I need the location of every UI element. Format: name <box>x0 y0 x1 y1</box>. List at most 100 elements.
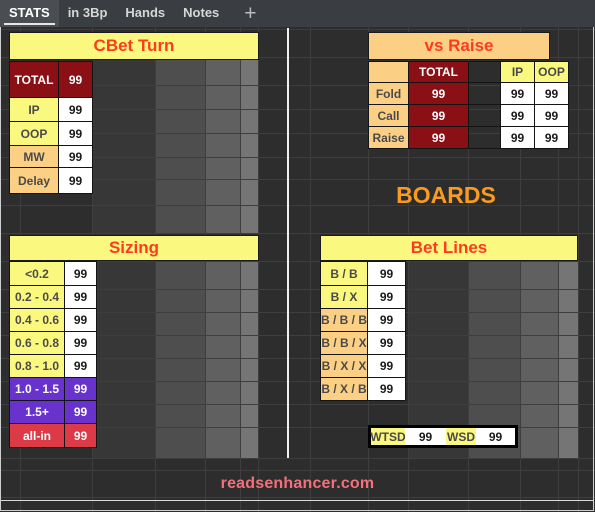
sizing-row-label: <0.2 <box>9 261 65 286</box>
table-row[interactable]: B / X 99 <box>319 285 407 309</box>
gray-band <box>558 261 578 458</box>
vs-raise-gap <box>468 61 501 83</box>
vs-raise-gap <box>468 82 501 105</box>
bet-line-value: 99 <box>367 331 407 355</box>
cbet-row-value: 99 <box>58 121 93 146</box>
table-row[interactable]: 0.2 - 0.4 99 <box>9 285 97 309</box>
wtsd-label: WTSD <box>370 428 406 445</box>
cbet-turn-title: CBet Turn <box>9 32 259 60</box>
bet-line-value: 99 <box>367 308 407 332</box>
boards-title: BOARDS <box>396 182 496 208</box>
table-row[interactable]: IP 99 <box>9 97 93 122</box>
vs-raise-table: TOTAL IP OOP Fold 99 99 99 Call 99 99 99… <box>368 61 569 149</box>
footer-rule <box>1 500 594 501</box>
cbet-row-label: IP <box>9 97 59 122</box>
stats-window: STATS in 3Bp Hands Notes + CBet Turn TOT… <box>0 0 595 512</box>
add-tab-icon[interactable]: + <box>234 2 266 25</box>
wsd-label: WSD <box>446 428 476 445</box>
vs-raise-gap <box>468 104 501 127</box>
tab-notes[interactable]: Notes <box>174 0 228 27</box>
gray-band <box>155 57 205 234</box>
gray-band <box>240 57 258 234</box>
vs-raise-ip-value: 99 <box>500 82 535 105</box>
table-row[interactable]: B / B / X 99 <box>319 331 407 355</box>
tab-bar: STATS in 3Bp Hands Notes + <box>0 0 595 27</box>
panel-divider <box>287 28 289 458</box>
gray-band <box>205 57 240 234</box>
table-row[interactable]: B / B / B 99 <box>319 308 407 332</box>
vs-raise-col-total: TOTAL <box>408 61 469 83</box>
table-row[interactable]: Fold 99 99 99 <box>368 82 569 105</box>
sizing-row-value: 99 <box>64 285 97 309</box>
bet-line-label: B / B <box>319 261 369 286</box>
gray-band <box>92 57 155 234</box>
table-row[interactable]: 0.6 - 0.8 99 <box>9 331 97 355</box>
sizing-title: Sizing <box>9 235 259 261</box>
gray-band <box>205 261 240 458</box>
bet-lines-title: Bet Lines <box>320 235 578 261</box>
gray-band <box>155 261 205 458</box>
bet-line-value: 99 <box>367 377 407 401</box>
vs-raise-total-value: 99 <box>408 126 469 149</box>
cbet-row-value: 99 <box>58 145 93 168</box>
table-row[interactable]: 0.4 - 0.6 99 <box>9 308 97 332</box>
sizing-row-label: 0.6 - 0.8 <box>9 331 65 355</box>
bet-line-value: 99 <box>367 261 407 286</box>
vs-raise-col-ip: IP <box>500 61 535 83</box>
vs-raise-col-oop: OOP <box>534 61 569 83</box>
bet-line-label: B / X / B <box>319 377 369 401</box>
table-header-row: TOTAL IP OOP <box>368 61 569 83</box>
bet-line-label: B / X <box>319 285 369 309</box>
sizing-row-value: 99 <box>64 308 97 332</box>
bet-line-value: 99 <box>367 285 407 309</box>
panel-vs-raise: vs Raise <box>368 32 550 60</box>
table-row[interactable]: all-in 99 <box>9 423 97 448</box>
table-row[interactable]: Delay 99 <box>9 167 93 194</box>
vs-raise-row-label: Raise <box>368 126 409 149</box>
cbet-turn-table: TOTAL 99 IP 99 OOP 99 MW 99 Delay 99 <box>9 61 93 194</box>
vs-raise-oop-value: 99 <box>534 126 569 149</box>
sizing-row-label: 1.0 - 1.5 <box>9 377 65 401</box>
bet-line-label: B / X / X <box>319 354 369 378</box>
panel-cbet-turn: CBet Turn <box>9 32 259 60</box>
bet-line-label: B / B / B <box>319 308 369 332</box>
bet-line-label: B / B / X <box>319 331 369 355</box>
table-row[interactable]: 1.5+ 99 <box>9 400 97 424</box>
cbet-row-value: 99 <box>58 167 93 194</box>
table-row[interactable]: OOP 99 <box>9 121 93 146</box>
sizing-row-label: 1.5+ <box>9 400 65 424</box>
sizing-row-label: 0.4 - 0.6 <box>9 308 65 332</box>
table-row[interactable]: B / B 99 <box>319 261 407 286</box>
tab-hands[interactable]: Hands <box>116 0 174 27</box>
table-row[interactable]: TOTAL 99 <box>9 61 93 98</box>
cbet-row-value: 99 <box>58 97 93 122</box>
table-row[interactable]: 1.0 - 1.5 99 <box>9 377 97 401</box>
vs-raise-ip-value: 99 <box>500 104 535 127</box>
site-footer: readsenhancer.com <box>220 475 375 492</box>
cbet-row-label: MW <box>9 145 59 168</box>
table-row[interactable]: B / X / X 99 <box>319 354 407 378</box>
tab-stats[interactable]: STATS <box>0 0 59 27</box>
vs-raise-gap <box>468 126 501 149</box>
table-row[interactable]: B / X / B 99 <box>319 377 407 401</box>
sizing-row-value: 99 <box>64 354 97 378</box>
cbet-row-label: Delay <box>9 167 59 194</box>
vs-raise-row-label: Fold <box>368 82 409 105</box>
vs-raise-total-value: 99 <box>408 104 469 127</box>
vs-raise-ip-value: 99 <box>500 126 535 149</box>
cbet-row-value: 99 <box>58 61 93 98</box>
sizing-row-label: all-in <box>9 423 65 448</box>
panel-bet-lines: Bet Lines <box>320 235 578 261</box>
gray-band <box>520 261 558 458</box>
table-row[interactable]: Raise 99 99 99 <box>368 126 569 149</box>
bet-line-value: 99 <box>367 354 407 378</box>
vs-raise-row-label: Call <box>368 104 409 127</box>
table-row[interactable]: <0.2 99 <box>9 261 97 286</box>
bet-lines-table: B / B 99 B / X 99 B / B / B 99 B / B / X… <box>319 261 407 401</box>
table-row[interactable]: Call 99 99 99 <box>368 104 569 127</box>
gray-band <box>92 261 155 458</box>
table-row[interactable]: 0.8 - 1.0 99 <box>9 354 97 378</box>
tab-in-3bp[interactable]: in 3Bp <box>59 0 117 27</box>
table-row[interactable]: MW 99 <box>9 145 93 168</box>
vs-raise-title: vs Raise <box>368 32 550 60</box>
